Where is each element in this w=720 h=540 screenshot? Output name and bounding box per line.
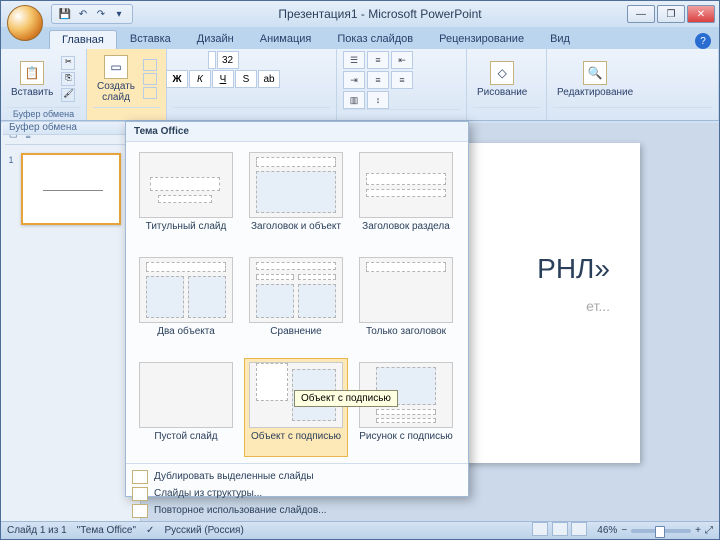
tab-animations[interactable]: Анимация <box>247 29 325 49</box>
reuse-slides-item[interactable]: Повторное использование слайдов... <box>126 502 468 519</box>
drawing-label: Рисование <box>477 87 527 98</box>
new-slide-label: Создать слайд <box>97 81 135 103</box>
font-size-field[interactable]: 32 <box>217 51 239 69</box>
layout-item-title-slide[interactable]: Титульный слайд <box>134 148 238 247</box>
paragraph-group: ☰ ≡ ⇤ ⇥ ≡ ≡ ▥ ↕ <box>343 51 423 109</box>
bold-button[interactable]: Ж <box>166 70 188 88</box>
columns-icon[interactable]: ▥ <box>343 91 365 109</box>
new-slide-icon: ▭ <box>104 55 128 79</box>
tab-insert[interactable]: Вставка <box>117 29 184 49</box>
outline-icon <box>132 487 148 501</box>
format-painter-icon[interactable]: 🖌 <box>61 88 75 102</box>
view-buttons <box>531 522 588 539</box>
reset-icon[interactable] <box>143 73 157 85</box>
new-slide-button[interactable]: ▭ Создать слайд <box>93 53 139 105</box>
find-icon: 🔍 <box>583 61 607 85</box>
drawing-button[interactable]: ◇ Рисование <box>473 59 531 100</box>
layout-item-comparison[interactable]: Сравнение <box>244 253 348 352</box>
slides-panel: ▭ ≡ <box>1 123 141 521</box>
quick-access-toolbar: 💾 ↶ ↷ ▾ <box>51 4 133 24</box>
tooltip: Объект с подписью <box>294 390 398 407</box>
minimize-button[interactable]: — <box>627 5 655 23</box>
window-controls: — ❐ ✕ <box>627 5 715 23</box>
font-family-field[interactable] <box>208 51 216 69</box>
qat-dropdown-icon[interactable]: ▾ <box>112 7 126 21</box>
gallery-grid: Титульный слайд Заголовок и объект Загол… <box>126 142 468 463</box>
normal-view-icon[interactable] <box>532 522 548 536</box>
window: 💾 ↶ ↷ ▾ Презентация1 - Microsoft PowerPo… <box>0 0 720 540</box>
clipboard-group-label: Буфер обмена <box>7 107 80 120</box>
editing-button[interactable]: 🔍 Редактирование <box>553 59 637 100</box>
indent-inc-icon[interactable]: ⇥ <box>343 71 365 89</box>
indent-dec-icon[interactable]: ⇤ <box>391 51 413 69</box>
reuse-icon <box>132 504 148 518</box>
zoom-level[interactable]: 46% <box>597 525 617 536</box>
office-button[interactable] <box>7 5 43 41</box>
maximize-button[interactable]: ❐ <box>657 5 685 23</box>
paste-label: Вставить <box>11 87 53 98</box>
close-button[interactable]: ✕ <box>687 5 715 23</box>
fit-window-icon[interactable]: ⤢ <box>705 525 713 536</box>
redo-icon[interactable]: ↷ <box>94 7 108 21</box>
zoom-slider[interactable] <box>631 529 691 533</box>
tab-view[interactable]: Вид <box>537 29 583 49</box>
layout-icon[interactable] <box>143 59 157 71</box>
gallery-footer: Дублировать выделенные слайды Слайды из … <box>126 463 468 523</box>
tab-home[interactable]: Главная <box>49 30 117 49</box>
layout-item-picture-caption[interactable]: Рисунок с подписью <box>354 358 458 457</box>
tab-review[interactable]: Рецензирование <box>426 29 537 49</box>
italic-button[interactable]: К <box>189 70 211 88</box>
sorter-view-icon[interactable] <box>552 522 568 536</box>
window-title: Презентация1 - Microsoft PowerPoint <box>133 7 627 21</box>
copy-icon[interactable]: ⎘ <box>61 72 75 86</box>
tab-design[interactable]: Дизайн <box>184 29 247 49</box>
status-language[interactable]: Русский (Россия) <box>164 525 243 536</box>
slideshow-view-icon[interactable] <box>571 522 587 536</box>
clipboard-icon: 📋 <box>20 61 44 85</box>
shapes-icon: ◇ <box>490 61 514 85</box>
align-center-icon[interactable]: ≡ <box>391 71 413 89</box>
shadow-button[interactable]: S <box>235 70 257 88</box>
paste-button[interactable]: 📋 Вставить <box>7 59 57 100</box>
titlebar: 💾 ↶ ↷ ▾ Презентация1 - Microsoft PowerPo… <box>1 1 719 27</box>
delete-icon[interactable] <box>143 87 157 99</box>
zoom-in-icon[interactable]: + <box>695 525 701 536</box>
bullets-icon[interactable]: ☰ <box>343 51 365 69</box>
layout-item-title-content[interactable]: Заголовок и объект <box>244 148 348 247</box>
status-bar: Слайд 1 из 1 "Тема Office" ✓ Русский (Ро… <box>1 521 719 539</box>
duplicate-slides-item[interactable]: Дублировать выделенные слайды <box>126 468 468 485</box>
cut-icon[interactable]: ✂ <box>61 56 75 70</box>
duplicate-icon <box>132 470 148 484</box>
layout-item-section-header[interactable]: Заголовок раздела <box>354 148 458 247</box>
gallery-header: Тема Office <box>126 122 468 142</box>
ribbon-tabs: Главная Вставка Дизайн Анимация Показ сл… <box>1 27 719 49</box>
layout-item-title-only[interactable]: Только заголовок <box>354 253 458 352</box>
slide-subtitle-fragment: ет... <box>586 298 610 314</box>
layout-item-two-content[interactable]: Два объекта <box>134 253 238 352</box>
help-icon[interactable]: ? <box>695 33 711 49</box>
status-slide-info: Слайд 1 из 1 <box>7 525 67 536</box>
spellcheck-icon[interactable]: ✓ <box>146 525 154 536</box>
align-left-icon[interactable]: ≡ <box>367 71 389 89</box>
zoom-controls: 46% − + ⤢ <box>597 525 713 536</box>
ribbon: 📋 Вставить ✂ ⎘ 🖌 Буфер обмена ▭ Создать … <box>1 49 719 121</box>
slide-thumbnail-1[interactable] <box>21 153 121 225</box>
layout-item-content-caption[interactable]: Объект с подписью <box>244 358 348 457</box>
save-icon[interactable]: 💾 <box>58 7 72 21</box>
numbering-icon[interactable]: ≡ <box>367 51 389 69</box>
strike-button[interactable]: ab <box>258 70 280 88</box>
editing-label: Редактирование <box>557 87 633 98</box>
undo-icon[interactable]: ↶ <box>76 7 90 21</box>
status-theme: "Тема Office" <box>77 525 136 536</box>
zoom-out-icon[interactable]: − <box>621 525 627 536</box>
slide-title-fragment: РНЛ» <box>537 253 610 285</box>
layout-item-blank[interactable]: Пустой слайд <box>134 358 238 457</box>
text-direction-icon[interactable]: ↕ <box>367 91 389 109</box>
slides-from-outline-item[interactable]: Слайды из структуры... <box>126 485 468 502</box>
tab-slideshow[interactable]: Показ слайдов <box>324 29 426 49</box>
layout-gallery: Тема Office Титульный слайд Заголовок и … <box>125 121 469 497</box>
underline-button[interactable]: Ч <box>212 70 234 88</box>
